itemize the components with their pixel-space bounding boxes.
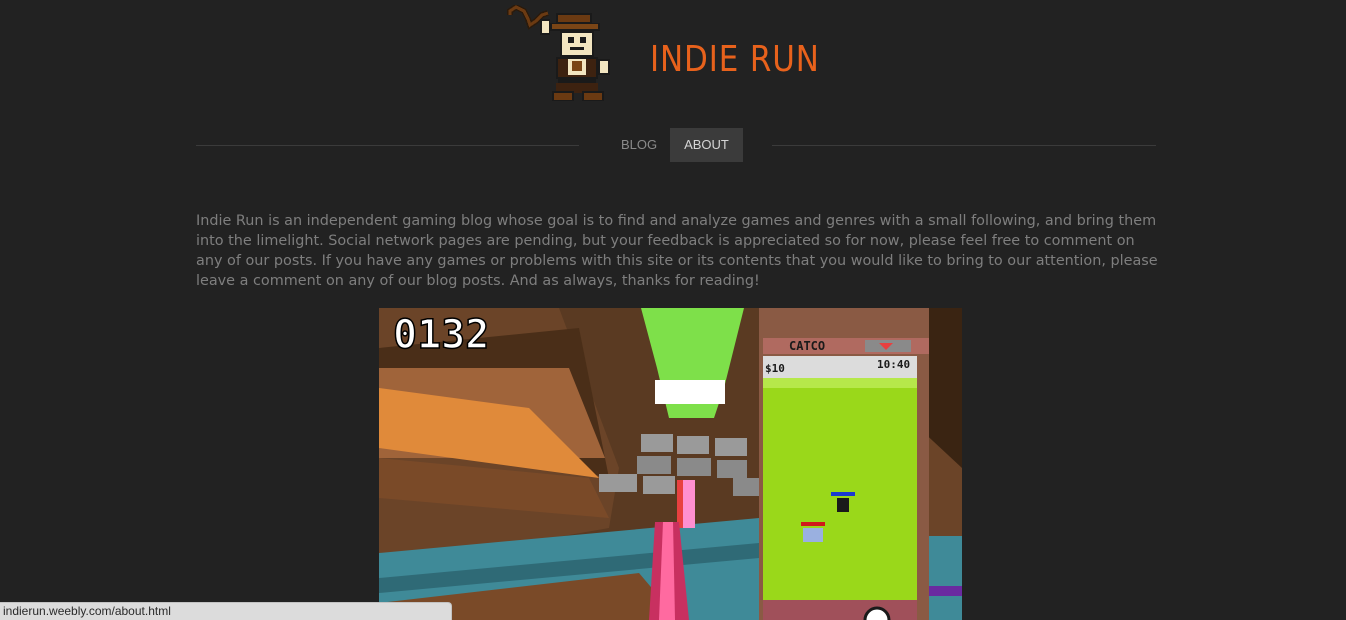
game-money: $10 xyxy=(765,362,785,375)
site-title[interactable]: INDIE RUN xyxy=(650,38,820,82)
status-url: indierun.weebly.com/about.html xyxy=(3,604,171,618)
browser-status-bar: indierun.weebly.com/about.html xyxy=(0,602,452,620)
nav-item-about[interactable]: ABOUT xyxy=(670,128,743,162)
game-screenshot: 0132 CATCO $10 10:40 xyxy=(379,308,962,620)
game-time: 10:40 xyxy=(877,358,910,371)
game-score: 0132 xyxy=(393,312,489,358)
nav-item-blog[interactable]: BLOG xyxy=(611,128,667,162)
game-panel-title: CATCO xyxy=(789,339,825,353)
about-paragraph: Indie Run is an independent gaming blog … xyxy=(196,213,1158,289)
pixel-adventurer-logo-icon[interactable] xyxy=(506,3,634,103)
nav-divider-right xyxy=(772,145,1156,146)
nav-divider-left xyxy=(196,145,579,146)
